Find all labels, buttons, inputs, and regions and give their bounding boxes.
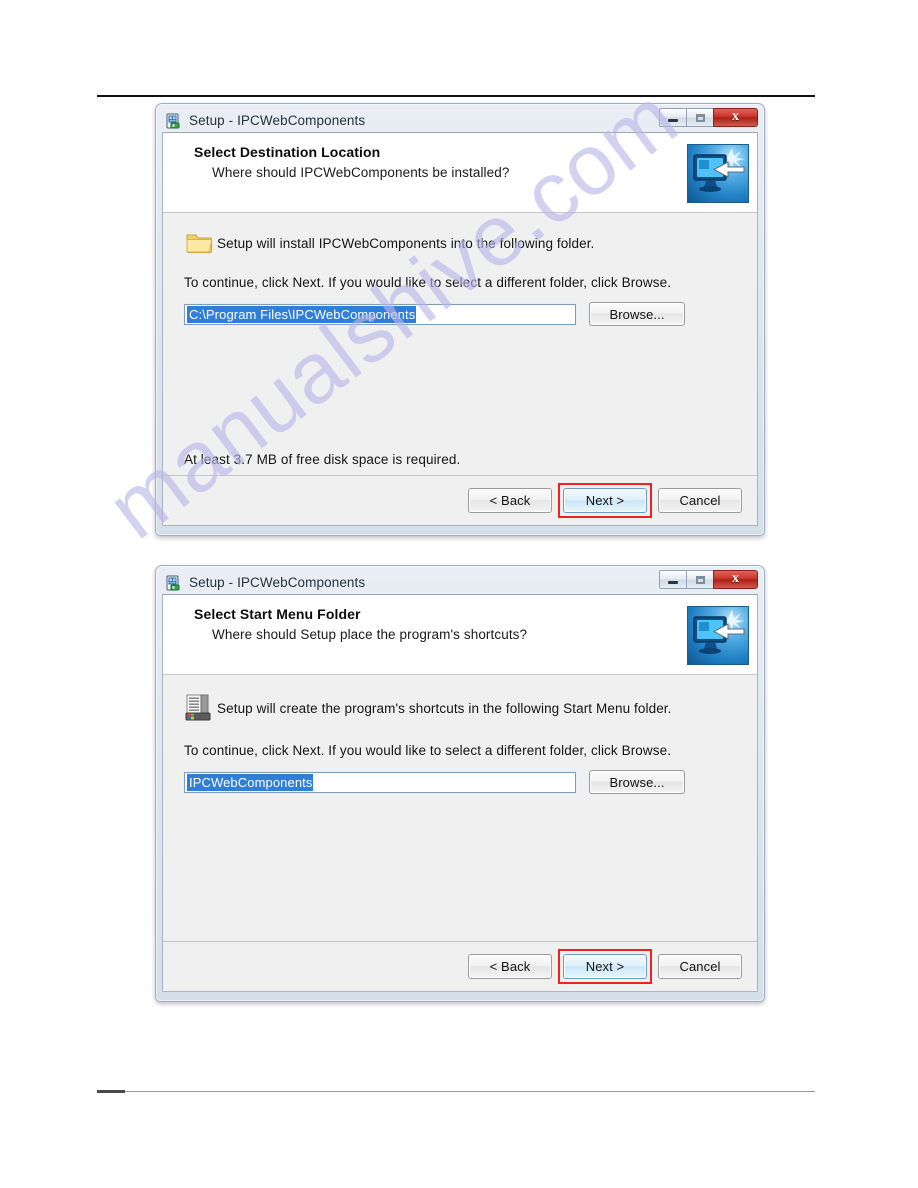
cancel-button[interactable]: Cancel bbox=[658, 954, 742, 979]
browse-button[interactable]: Browse... bbox=[589, 770, 685, 794]
maximize-icon bbox=[695, 113, 705, 122]
wizard-header-text-group: Select Start Menu Folder Where should Se… bbox=[163, 606, 527, 665]
startmenu-field-row: IPCWebComponents Browse... bbox=[184, 770, 739, 794]
titlebar-startmenu: Setup - IPCWebComponents x bbox=[162, 570, 758, 594]
setup-installer-icon bbox=[166, 575, 182, 591]
next-button-highlight: Next > bbox=[558, 483, 652, 518]
window-controls[interactable]: x bbox=[659, 108, 758, 127]
minimize-icon bbox=[668, 581, 678, 584]
destination-folder-value: C:\Program Files\IPCWebComponents bbox=[187, 305, 417, 323]
cancel-button[interactable]: Cancel bbox=[658, 488, 742, 513]
disk-space-note: At least 3.7 MB of free disk space is re… bbox=[184, 452, 461, 467]
page-title: Select Start Menu Folder bbox=[194, 606, 361, 622]
close-button[interactable]: x bbox=[713, 108, 758, 127]
body-startmenu: Setup will create the program's shortcut… bbox=[163, 675, 757, 941]
setup-window-startmenu[interactable]: Setup - IPCWebComponents x Select Start … bbox=[155, 565, 765, 1002]
next-button-highlight: Next > bbox=[558, 949, 652, 984]
body-destination: Setup will install IPCWebComponents into… bbox=[163, 213, 757, 475]
folder-icon bbox=[181, 231, 217, 255]
footer-destination: < Back Next > Cancel bbox=[163, 475, 757, 525]
wizard-header-destination: Select Destination Location Where should… bbox=[163, 133, 757, 213]
page-top-rule bbox=[97, 95, 815, 97]
browse-button[interactable]: Browse... bbox=[589, 302, 685, 326]
start-menu-icon bbox=[181, 693, 217, 723]
monitor-install-arrow-icon bbox=[687, 606, 749, 665]
client-area-destination: Select Destination Location Where should… bbox=[162, 132, 758, 526]
page-subtitle: Where should Setup place the program's s… bbox=[212, 627, 528, 642]
window-controls[interactable]: x bbox=[659, 570, 758, 589]
back-button[interactable]: < Back bbox=[468, 488, 552, 513]
folder-field-row: C:\Program Files\IPCWebComponents Browse… bbox=[184, 302, 739, 326]
minimize-button[interactable] bbox=[659, 108, 687, 127]
minimize-button[interactable] bbox=[659, 570, 687, 589]
titlebar-title: Setup - IPCWebComponents bbox=[189, 113, 366, 128]
intro-row: Setup will create the program's shortcut… bbox=[181, 693, 739, 723]
intro-text: Setup will install IPCWebComponents into… bbox=[217, 235, 595, 251]
start-menu-folder-input[interactable]: IPCWebComponents bbox=[184, 771, 576, 793]
back-button[interactable]: < Back bbox=[468, 954, 552, 979]
next-button[interactable]: Next > bbox=[563, 488, 647, 513]
wizard-header-text-group: Select Destination Location Where should… bbox=[163, 144, 509, 203]
page-bottom-rule bbox=[97, 1090, 815, 1093]
instruction-text: To continue, click Next. If you would li… bbox=[184, 743, 672, 758]
setup-window-destination[interactable]: Setup - IPCWebComponents x Select Destin… bbox=[155, 103, 765, 536]
footer-startmenu: < Back Next > Cancel bbox=[163, 941, 757, 991]
monitor-install-arrow-icon bbox=[687, 144, 749, 203]
minimize-icon bbox=[668, 119, 678, 122]
next-button[interactable]: Next > bbox=[563, 954, 647, 979]
setup-installer-icon bbox=[166, 113, 182, 129]
maximize-icon bbox=[695, 575, 705, 584]
page-subtitle: Where should IPCWebComponents be install… bbox=[212, 165, 510, 180]
titlebar-destination: Setup - IPCWebComponents x bbox=[162, 108, 758, 132]
maximize-button[interactable] bbox=[686, 108, 714, 127]
intro-row: Setup will install IPCWebComponents into… bbox=[181, 231, 739, 255]
intro-text: Setup will create the program's shortcut… bbox=[217, 700, 672, 716]
maximize-button[interactable] bbox=[686, 570, 714, 589]
page-title: Select Destination Location bbox=[194, 144, 381, 160]
titlebar-title: Setup - IPCWebComponents bbox=[189, 575, 366, 590]
wizard-header-startmenu: Select Start Menu Folder Where should Se… bbox=[163, 595, 757, 675]
close-button[interactable]: x bbox=[713, 570, 758, 589]
client-area-startmenu: Select Start Menu Folder Where should Se… bbox=[162, 594, 758, 992]
start-menu-folder-value: IPCWebComponents bbox=[187, 773, 314, 791]
destination-folder-input[interactable]: C:\Program Files\IPCWebComponents bbox=[184, 303, 576, 325]
instruction-text: To continue, click Next. If you would li… bbox=[184, 275, 672, 290]
